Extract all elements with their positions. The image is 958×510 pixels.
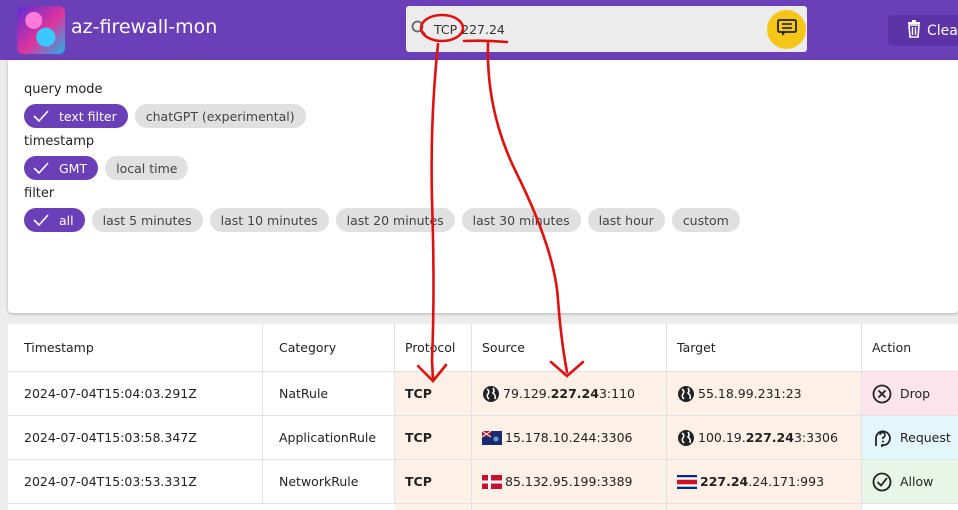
chip-gmt[interactable]: GMT xyxy=(24,156,99,180)
check-icon xyxy=(33,214,49,226)
cell-protocol: TCP xyxy=(395,372,472,415)
chip-last-30-minutes[interactable]: last 30 minutes xyxy=(461,208,581,232)
col-action[interactable]: Action xyxy=(862,324,958,371)
time-filter-chips: all last 5 minutes last 10 minutes last … xyxy=(24,208,740,232)
col-timestamp[interactable]: Timestamp xyxy=(8,324,263,371)
chip-last-hour[interactable]: last hour xyxy=(587,208,665,232)
cell-source: 15.178.10.244:3306 xyxy=(472,416,667,459)
table-row[interactable]: 2024-07-04T15:04:03.291Z NatRule TCP 79.… xyxy=(8,372,958,416)
table-header: Timestamp Category Protocol Source Targe… xyxy=(8,324,958,372)
chip-all[interactable]: all xyxy=(24,208,85,232)
table-row-partial xyxy=(8,504,958,510)
table-row[interactable]: 2024-07-04T15:03:53.331Z NetworkRule TCP… xyxy=(8,460,958,504)
falkland-flag-icon xyxy=(482,430,502,445)
app-title: az-firewall-mon xyxy=(71,16,218,38)
timestamp-label: timestamp xyxy=(24,134,95,149)
log-table: Timestamp Category Protocol Source Targe… xyxy=(8,324,958,510)
search-icon xyxy=(411,20,427,40)
denmark-flag-icon xyxy=(482,474,502,489)
col-category[interactable]: Category xyxy=(263,324,395,371)
chat-filter-icon xyxy=(776,18,797,41)
x-circle-icon xyxy=(872,384,892,404)
globe-icon xyxy=(482,385,500,403)
globe-icon xyxy=(677,429,695,447)
query-mode-chips: text filter chatGPT (experimental) xyxy=(24,104,306,128)
cell-timestamp: 2024-07-04T15:03:58.347Z xyxy=(8,416,263,459)
check-icon xyxy=(33,162,49,174)
cell-source: 85.132.95.199:3389 xyxy=(472,460,667,503)
clear-button[interactable]: Clea xyxy=(888,15,958,46)
chip-last-5-minutes[interactable]: last 5 minutes xyxy=(91,208,203,232)
timestamp-chips: GMT local time xyxy=(24,156,189,180)
cell-action: Allow xyxy=(862,460,958,503)
question-head-icon xyxy=(872,428,892,448)
check-icon xyxy=(33,110,49,122)
cell-timestamp: 2024-07-04T15:04:03.291Z xyxy=(8,372,263,415)
chip-custom[interactable]: custom xyxy=(671,208,740,232)
col-target[interactable]: Target xyxy=(667,324,862,371)
cell-target: 227.24.24.171:993 xyxy=(667,460,862,503)
query-mode-label: query mode xyxy=(24,82,103,97)
cell-source: 79.129. 227.24 3:110 xyxy=(472,372,667,415)
cell-target: 100.19. 227.24 3:3306 xyxy=(667,416,862,459)
chip-local-time[interactable]: local time xyxy=(105,156,189,180)
cell-category: NatRule xyxy=(263,372,395,415)
app-bar: az-firewall-mon Clea xyxy=(0,0,958,60)
chip-text-filter[interactable]: text filter xyxy=(24,104,128,128)
chip-chatgpt[interactable]: chatGPT (experimental) xyxy=(134,104,306,128)
globe-icon xyxy=(677,385,695,403)
chip-last-20-minutes[interactable]: last 20 minutes xyxy=(335,208,455,232)
cell-protocol: TCP xyxy=(395,416,472,459)
cell-category: ApplicationRule xyxy=(263,416,395,459)
cell-action: Drop xyxy=(862,372,958,415)
col-protocol[interactable]: Protocol xyxy=(395,324,472,371)
cell-protocol: TCP xyxy=(395,460,472,503)
app-logo-icon xyxy=(17,6,65,54)
cell-action: Request xyxy=(862,416,958,459)
clear-button-label: Clea xyxy=(927,22,958,39)
col-source[interactable]: Source xyxy=(472,324,667,371)
cell-protocol xyxy=(395,504,472,510)
trash-icon xyxy=(906,19,922,42)
cell-source xyxy=(472,504,667,510)
check-circle-icon xyxy=(872,472,892,492)
filter-label: filter xyxy=(24,186,55,201)
search-box xyxy=(406,6,807,52)
search-input[interactable] xyxy=(434,19,764,39)
chip-last-10-minutes[interactable]: last 10 minutes xyxy=(209,208,329,232)
cell-category: NetworkRule xyxy=(263,460,395,503)
cell-target: 55.18.99.231:23 xyxy=(667,372,862,415)
table-row[interactable]: 2024-07-04T15:03:58.347Z ApplicationRule… xyxy=(8,416,958,460)
cell-target xyxy=(667,504,862,510)
filter-panel: query mode text filter chatGPT (experime… xyxy=(8,60,958,313)
costa-rica-flag-icon xyxy=(677,474,697,489)
chat-filter-button[interactable] xyxy=(767,10,806,49)
cell-timestamp: 2024-07-04T15:03:53.331Z xyxy=(8,460,263,503)
